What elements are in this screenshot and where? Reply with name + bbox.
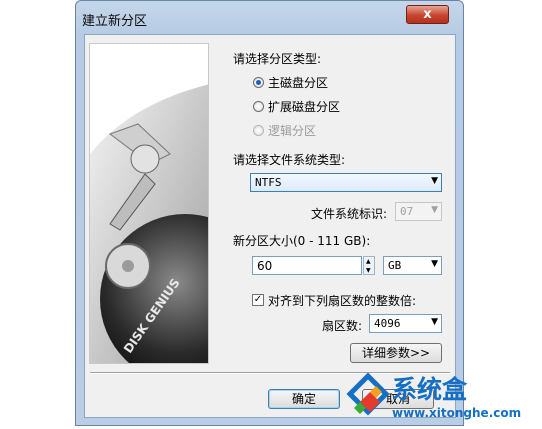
- align-label[interactable]: 对齐到下列扇区数的整数倍:: [268, 292, 416, 309]
- chevron-down-icon: ▼: [431, 317, 438, 327]
- radio-logical: [253, 125, 264, 136]
- chevron-down-icon: ▼: [431, 259, 438, 269]
- size-value: 60: [257, 259, 273, 273]
- filesystem-id-label: 文件系统标识:: [311, 207, 388, 221]
- radio-primary[interactable]: [253, 77, 264, 88]
- sectors-value: 4096: [374, 317, 401, 330]
- details-button[interactable]: 详细参数>>: [350, 343, 442, 363]
- size-stepper[interactable]: ▲ ▼: [363, 256, 375, 275]
- filesystem-id-value: 07: [400, 205, 414, 218]
- checkmark-icon: ✓: [253, 294, 263, 305]
- chevron-down-icon: ▼: [431, 176, 438, 186]
- stepper-up-icon[interactable]: ▲: [366, 258, 371, 265]
- dialog-title: 建立新分区: [82, 14, 148, 29]
- radio-primary-label[interactable]: 主磁盘分区: [268, 74, 328, 91]
- partition-type-heading: 请选择分区类型:: [233, 52, 322, 66]
- sectors-select[interactable]: 4096 ▼: [369, 314, 442, 333]
- radio-extended[interactable]: [253, 101, 264, 112]
- radio-extended-label[interactable]: 扩展磁盘分区: [268, 98, 340, 115]
- watermark-url: www.xitonghe.com: [392, 406, 522, 420]
- size-label: 新分区大小(0 - 111 GB):: [233, 234, 371, 248]
- hard-drive-icon: DISK GENIUS: [90, 44, 208, 363]
- filesystem-id-select: 07 ▼: [395, 202, 442, 221]
- filesystem-heading: 请选择文件系统类型:: [233, 153, 346, 167]
- watermark-brand: 系统盒: [392, 375, 468, 404]
- filesystem-select[interactable]: NTFS ▼: [250, 173, 442, 192]
- close-button[interactable]: x: [406, 5, 449, 24]
- align-checkbox[interactable]: ✓: [252, 294, 264, 306]
- chevron-down-icon: ▼: [431, 205, 438, 215]
- radio-logical-label: 逻辑分区: [268, 124, 317, 138]
- size-unit-select[interactable]: GB ▼: [383, 256, 442, 275]
- ok-button[interactable]: 确定: [268, 389, 340, 409]
- disk-genius-image: DISK GENIUS: [89, 43, 209, 364]
- close-icon: x: [423, 7, 432, 22]
- watermark: 系统盒 www.xitonghe.com: [346, 372, 542, 426]
- sectors-label: 扇区数:: [322, 319, 363, 333]
- size-unit-value: GB: [388, 259, 402, 272]
- stepper-down-icon[interactable]: ▼: [366, 267, 371, 274]
- size-input[interactable]: 60: [252, 256, 362, 275]
- filesystem-value: NTFS: [255, 176, 282, 189]
